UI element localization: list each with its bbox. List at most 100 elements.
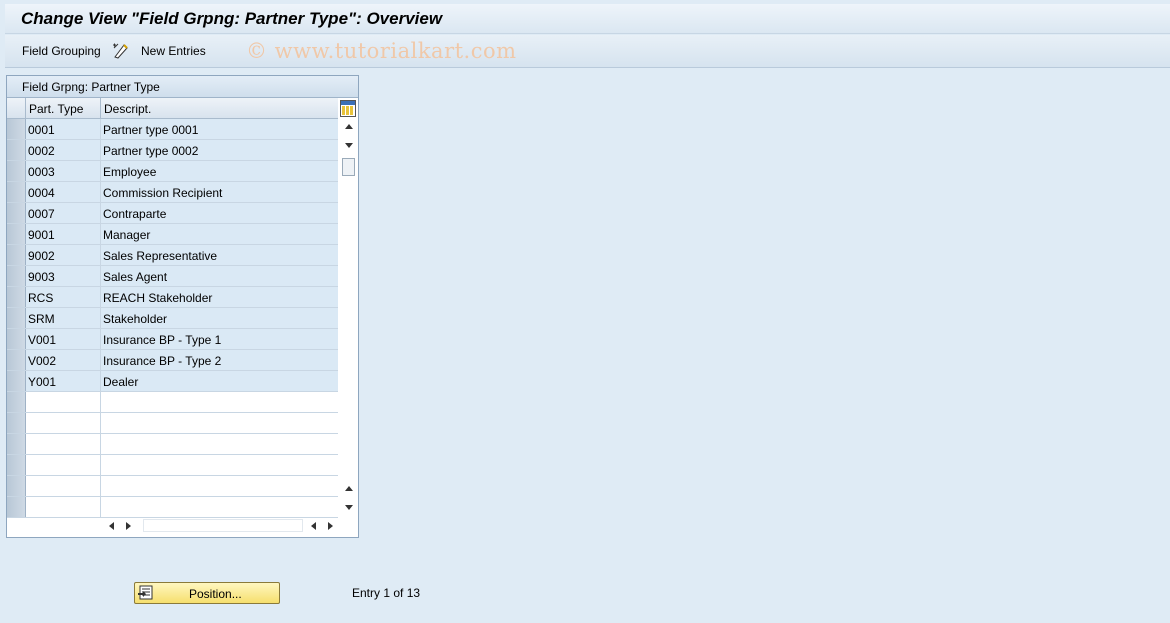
scroll-page-up-icon[interactable] [345, 486, 353, 491]
table-row[interactable] [7, 392, 338, 413]
row-selector[interactable] [7, 287, 26, 307]
cell-description[interactable]: Partner type 0001 [101, 119, 338, 139]
table-row[interactable] [7, 476, 338, 497]
table-row[interactable] [7, 455, 338, 476]
cell-description[interactable] [101, 434, 338, 454]
row-selector[interactable] [7, 497, 26, 517]
scroll-thumb[interactable] [342, 158, 355, 176]
cell-description[interactable]: Employee [101, 161, 338, 181]
cell-description[interactable]: REACH Stakeholder [101, 287, 338, 307]
application-toolbar: Field Grouping New Entries © www.tutoria… [5, 35, 1170, 68]
row-selector[interactable] [7, 119, 26, 139]
cell-description[interactable]: Manager [101, 224, 338, 244]
cell-description[interactable]: Insurance BP - Type 1 [101, 329, 338, 349]
column-header-part-type[interactable]: Part. Type [26, 98, 101, 118]
row-selector[interactable] [7, 203, 26, 223]
row-selector[interactable] [7, 455, 26, 475]
table-row[interactable]: 0004 Commission Recipient [7, 182, 338, 203]
scroll-down-icon[interactable] [345, 143, 353, 148]
cell-part-type[interactable]: 0002 [26, 140, 101, 160]
scroll-page-down-icon[interactable] [345, 505, 353, 510]
row-selector[interactable] [7, 161, 26, 181]
row-selector[interactable] [7, 266, 26, 286]
cell-part-type[interactable]: SRM [26, 308, 101, 328]
cell-part-type[interactable] [26, 455, 101, 475]
cell-description[interactable]: Stakeholder [101, 308, 338, 328]
cell-description[interactable]: Dealer [101, 371, 338, 391]
cell-part-type[interactable]: 9002 [26, 245, 101, 265]
row-selector[interactable] [7, 476, 26, 496]
cell-description[interactable]: Sales Representative [101, 245, 338, 265]
cell-description[interactable] [101, 476, 338, 496]
cell-description[interactable]: Commission Recipient [101, 182, 338, 202]
row-selector[interactable] [7, 140, 26, 160]
table-row[interactable]: 9001 Manager [7, 224, 338, 245]
cell-part-type[interactable]: 0003 [26, 161, 101, 181]
row-selector[interactable] [7, 182, 26, 202]
cell-part-type[interactable]: Y001 [26, 371, 101, 391]
new-entries-button[interactable]: New Entries [141, 44, 206, 58]
table-row[interactable]: 9003 Sales Agent [7, 266, 338, 287]
cell-part-type[interactable]: 0007 [26, 203, 101, 223]
table-control: Field Grpng: Partner Type Part. Type Des… [6, 75, 359, 538]
cell-description[interactable]: Partner type 0002 [101, 140, 338, 160]
row-selector[interactable] [7, 308, 26, 328]
cell-part-type[interactable]: V001 [26, 329, 101, 349]
row-selector[interactable] [7, 371, 26, 391]
table-row[interactable]: 0003 Employee [7, 161, 338, 182]
row-selector[interactable] [7, 434, 26, 454]
scroll-left-icon-2[interactable] [311, 522, 316, 530]
table-row[interactable]: RCS REACH Stakeholder [7, 287, 338, 308]
cell-description[interactable] [101, 455, 338, 475]
table-row[interactable]: 0001 Partner type 0001 [7, 119, 338, 140]
table-row[interactable] [7, 434, 338, 455]
row-selector[interactable] [7, 329, 26, 349]
field-grouping-button[interactable]: Field Grouping [22, 44, 101, 58]
cell-part-type[interactable] [26, 434, 101, 454]
new-entries-icon[interactable] [112, 42, 130, 60]
scroll-right-icon-2[interactable] [328, 522, 333, 530]
row-selector[interactable] [7, 224, 26, 244]
cell-part-type[interactable]: 0004 [26, 182, 101, 202]
cell-part-type[interactable] [26, 413, 101, 433]
table-row[interactable]: Y001 Dealer [7, 371, 338, 392]
table-title: Field Grpng: Partner Type [7, 76, 358, 98]
select-all-cell[interactable] [7, 98, 26, 118]
table-row[interactable]: 0002 Partner type 0002 [7, 140, 338, 161]
table-row[interactable]: V001 Insurance BP - Type 1 [7, 329, 338, 350]
table-row[interactable] [7, 413, 338, 434]
cell-description[interactable] [101, 497, 338, 517]
cell-description[interactable]: Contraparte [101, 203, 338, 223]
table-row[interactable] [7, 497, 338, 518]
vertical-scrollbar[interactable] [342, 120, 356, 514]
row-selector[interactable] [7, 350, 26, 370]
cell-description[interactable] [101, 392, 338, 412]
cell-part-type[interactable]: V002 [26, 350, 101, 370]
horizontal-track[interactable] [143, 519, 303, 532]
cell-part-type[interactable]: 9003 [26, 266, 101, 286]
scroll-right-icon[interactable] [126, 522, 131, 530]
position-button-label: Position... [189, 587, 242, 601]
column-settings-icon[interactable] [340, 100, 356, 117]
cell-part-type[interactable] [26, 392, 101, 412]
cell-description[interactable]: Sales Agent [101, 266, 338, 286]
cell-part-type[interactable]: 0001 [26, 119, 101, 139]
cell-description[interactable] [101, 413, 338, 433]
table-row[interactable]: 9002 Sales Representative [7, 245, 338, 266]
horizontal-scrollbar[interactable] [103, 518, 343, 534]
row-selector[interactable] [7, 392, 26, 412]
column-header-description[interactable]: Descript. [101, 98, 338, 118]
scroll-up-icon[interactable] [345, 124, 353, 129]
position-button[interactable]: Position... [134, 582, 280, 604]
row-selector[interactable] [7, 413, 26, 433]
cell-part-type[interactable]: 9001 [26, 224, 101, 244]
scroll-left-icon[interactable] [109, 522, 114, 530]
table-row[interactable]: 0007 Contraparte [7, 203, 338, 224]
cell-part-type[interactable] [26, 497, 101, 517]
table-row[interactable]: SRM Stakeholder [7, 308, 338, 329]
cell-part-type[interactable] [26, 476, 101, 496]
row-selector[interactable] [7, 245, 26, 265]
cell-description[interactable]: Insurance BP - Type 2 [101, 350, 338, 370]
table-row[interactable]: V002 Insurance BP - Type 2 [7, 350, 338, 371]
cell-part-type[interactable]: RCS [26, 287, 101, 307]
